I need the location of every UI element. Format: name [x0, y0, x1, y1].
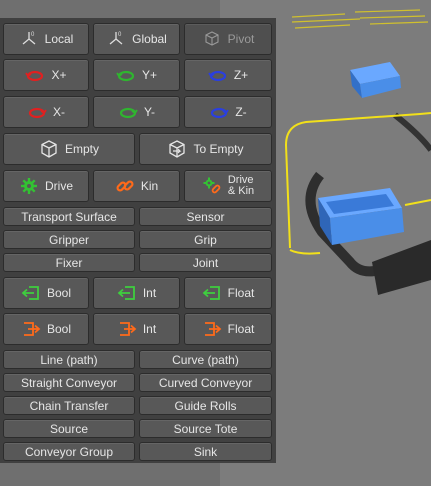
cube-icon: [39, 139, 59, 159]
to-empty-label: To Empty: [193, 142, 244, 156]
global-axes-icon: 0: [106, 29, 126, 49]
drive-kin-button[interactable]: Drive & Kin: [184, 170, 272, 202]
signal-in-icon: [21, 283, 41, 303]
x-plus-label: X+: [51, 68, 67, 82]
pivot-button[interactable]: Pivot: [184, 23, 272, 55]
kin-label: Kin: [140, 179, 159, 193]
rotate-y-icon: [118, 102, 138, 122]
sink-button[interactable]: Sink: [139, 442, 272, 461]
drive-label: Drive: [44, 179, 73, 193]
kin-button[interactable]: Kin: [93, 170, 180, 202]
cube-arrow-icon: [167, 139, 187, 159]
z-plus-button[interactable]: Z+: [184, 59, 272, 91]
straight-conveyor-button[interactable]: Straight Conveyor: [3, 373, 135, 392]
global-space-button[interactable]: 0 Global: [93, 23, 180, 55]
global-space-label: Global: [132, 32, 167, 46]
svg-text:0: 0: [118, 32, 122, 38]
source-tote-button[interactable]: Source Tote: [139, 419, 272, 438]
rotate-y-icon: [116, 65, 136, 85]
local-axes-icon: 0: [19, 29, 39, 49]
empty-label: Empty: [64, 142, 99, 156]
bool-input-button[interactable]: Bool: [3, 277, 89, 309]
rotate-x-icon: [27, 102, 47, 122]
bool-input-label: Bool: [46, 286, 72, 300]
svg-text:0: 0: [31, 32, 35, 38]
y-plus-button[interactable]: Y+: [93, 59, 180, 91]
transport-surface-button[interactable]: Transport Surface: [3, 207, 135, 226]
guide-rolls-button[interactable]: Guide Rolls: [139, 396, 272, 415]
signal-out-icon: [21, 319, 41, 339]
signal-in-icon: [117, 283, 137, 303]
signal-out-icon: [202, 319, 222, 339]
local-space-button[interactable]: 0 Local: [3, 23, 89, 55]
drive-kin-line2: & Kin: [227, 185, 255, 197]
signal-out-icon: [117, 319, 137, 339]
x-minus-button[interactable]: X-: [3, 96, 89, 128]
int-output-button[interactable]: Int: [93, 313, 180, 345]
drive-kin-label: Drive & Kin: [228, 175, 254, 197]
int-input-button[interactable]: Int: [93, 277, 180, 309]
x-plus-button[interactable]: X+: [3, 59, 89, 91]
curve-path-button[interactable]: Curve (path): [139, 350, 272, 369]
conveyor-group-button[interactable]: Conveyor Group: [3, 442, 135, 461]
gripper-button[interactable]: Gripper: [3, 230, 135, 249]
int-output-label: Int: [142, 322, 157, 336]
local-space-label: Local: [44, 32, 74, 46]
z-minus-button[interactable]: Z-: [184, 96, 272, 128]
rotate-x-icon: [25, 65, 45, 85]
gear-icon: [19, 176, 39, 196]
int-input-label: Int: [142, 286, 157, 300]
rotate-z-icon: [208, 65, 228, 85]
line-path-button[interactable]: Line (path): [3, 350, 135, 369]
float-input-button[interactable]: Float: [184, 277, 272, 309]
y-minus-button[interactable]: Y-: [93, 96, 180, 128]
gear-chain-icon: [202, 176, 222, 196]
y-plus-label: Y+: [141, 68, 157, 82]
drive-button[interactable]: Drive: [3, 170, 89, 202]
to-empty-button[interactable]: To Empty: [139, 133, 272, 165]
x-minus-label: X-: [53, 105, 65, 119]
empty-button[interactable]: Empty: [3, 133, 135, 165]
curved-conveyor-button[interactable]: Curved Conveyor: [139, 373, 272, 392]
bool-output-button[interactable]: Bool: [3, 313, 89, 345]
pivot-label: Pivot: [227, 32, 255, 46]
pivot-cube-icon: [202, 29, 222, 49]
signal-in-icon: [202, 283, 222, 303]
fixer-button[interactable]: Fixer: [3, 253, 135, 272]
chain-link-icon: [115, 176, 135, 196]
source-button[interactable]: Source: [3, 419, 135, 438]
joint-button[interactable]: Joint: [139, 253, 272, 272]
float-output-label: Float: [227, 322, 255, 336]
grip-button[interactable]: Grip: [139, 230, 272, 249]
bool-output-label: Bool: [46, 322, 72, 336]
rotate-z-icon: [209, 102, 230, 122]
float-input-label: Float: [227, 286, 255, 300]
sensor-button[interactable]: Sensor: [139, 207, 272, 226]
float-output-button[interactable]: Float: [184, 313, 272, 345]
z-plus-label: Z+: [233, 68, 249, 82]
chain-transfer-button[interactable]: Chain Transfer: [3, 396, 135, 415]
z-minus-label: Z-: [235, 105, 247, 119]
y-minus-label: Y-: [144, 105, 155, 119]
